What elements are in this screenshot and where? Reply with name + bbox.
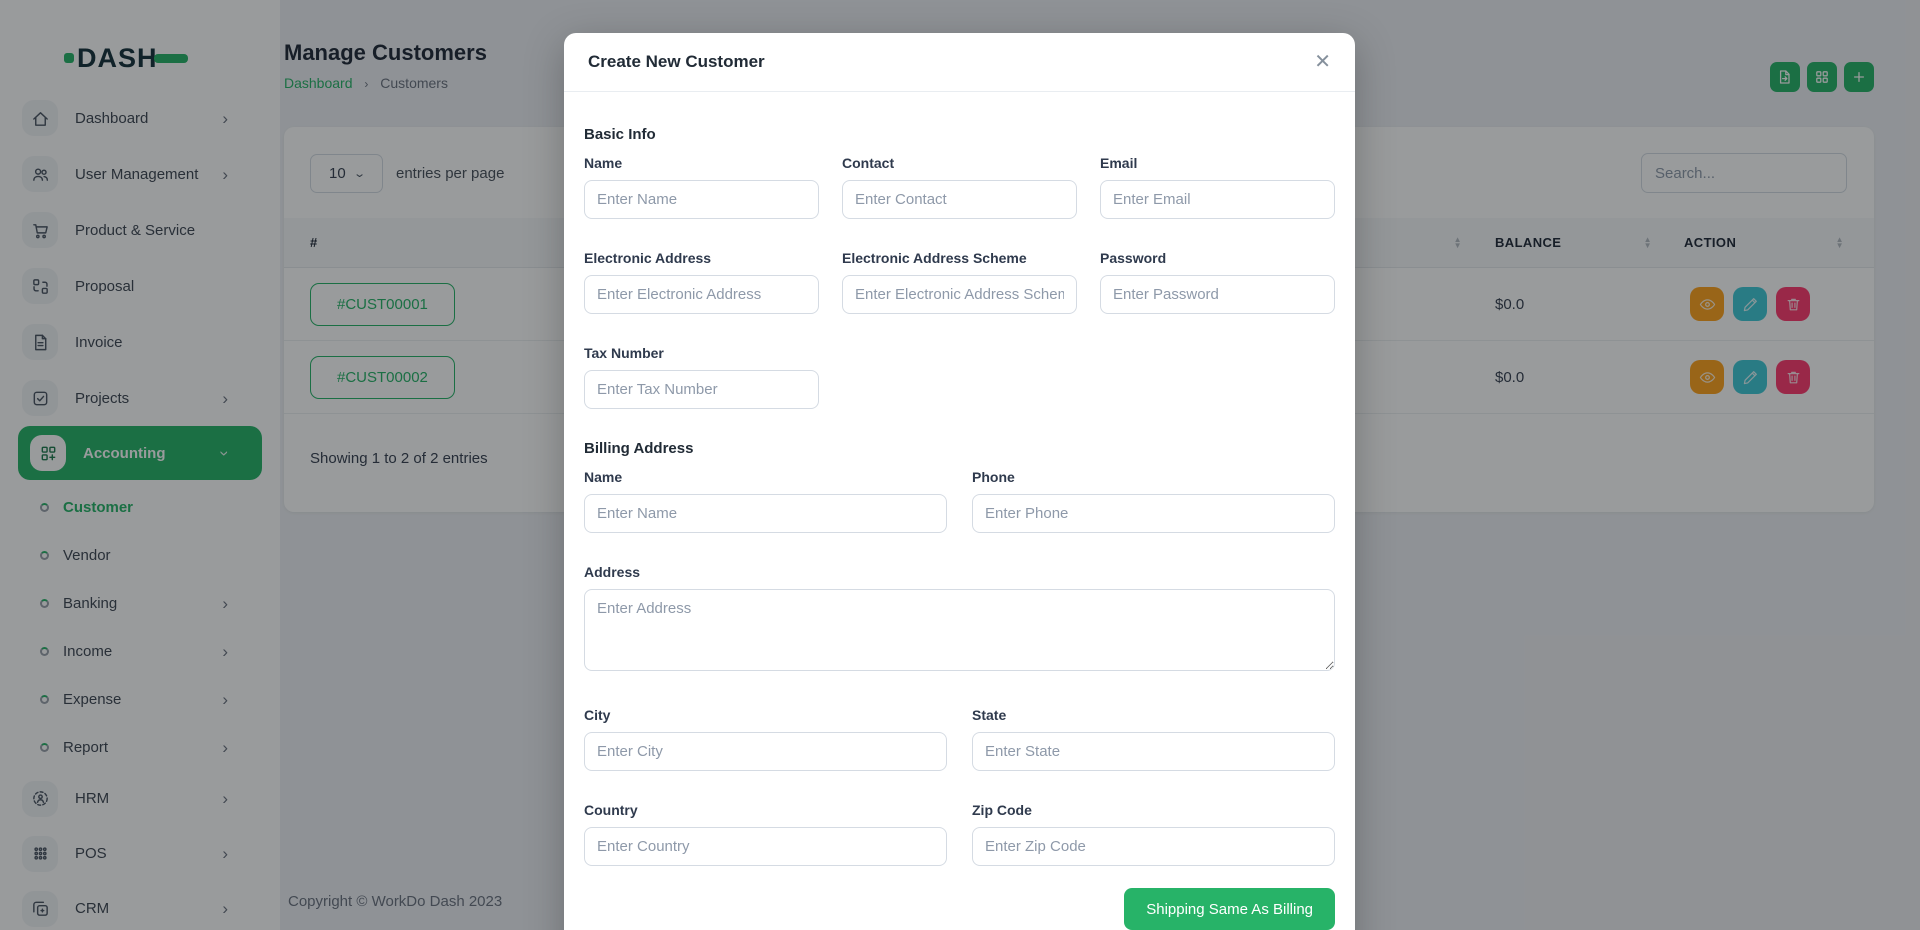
field-billing-state: State (972, 707, 1335, 771)
field-label: Electronic Address (584, 250, 819, 266)
field-label: Phone (972, 469, 1335, 485)
field-electronic-address: Electronic Address (584, 250, 819, 314)
field-billing-name: Name (584, 469, 947, 533)
field-label: City (584, 707, 947, 723)
billing-zip-input[interactable] (972, 827, 1335, 866)
field-label: Name (584, 469, 947, 485)
modal-header: Create New Customer ✕ (564, 33, 1355, 92)
electronic-address-input[interactable] (584, 275, 819, 314)
password-input[interactable] (1100, 275, 1335, 314)
modal-title: Create New Customer (588, 52, 765, 72)
name-input[interactable] (584, 180, 819, 219)
billing-city-input[interactable] (584, 732, 947, 771)
field-label: Address (584, 564, 1335, 580)
billing-state-input[interactable] (972, 732, 1335, 771)
contact-input[interactable] (842, 180, 1077, 219)
billing-address-textarea[interactable] (584, 589, 1335, 671)
field-label: Contact (842, 155, 1077, 171)
shipping-same-as-billing-button[interactable]: Shipping Same As Billing (1124, 888, 1335, 930)
modal-close-button[interactable]: ✕ (1314, 52, 1331, 72)
field-billing-phone: Phone (972, 469, 1335, 533)
field-label: State (972, 707, 1335, 723)
field-billing-country: Country (584, 802, 947, 866)
billing-phone-input[interactable] (972, 494, 1335, 533)
billing-name-input[interactable] (584, 494, 947, 533)
section-heading-billing-address: Billing Address (584, 440, 1335, 457)
field-name: Name (584, 155, 819, 219)
field-billing-address: Address (584, 564, 1335, 676)
field-password: Password (1100, 250, 1335, 314)
close-icon: ✕ (1314, 51, 1331, 73)
field-label: Name (584, 155, 819, 171)
tax-number-input[interactable] (584, 370, 819, 409)
field-label: Country (584, 802, 947, 818)
section-heading-basic-info: Basic Info (584, 126, 1335, 143)
app-root: DASH Dashboard › User Management › Produ… (0, 0, 1920, 930)
modal-body: Basic Info Name Contact Email Electronic… (564, 92, 1355, 930)
field-billing-city: City (584, 707, 947, 771)
field-contact: Contact (842, 155, 1077, 219)
create-customer-modal: Create New Customer ✕ Basic Info Name Co… (564, 33, 1355, 930)
field-tax-number: Tax Number (584, 345, 819, 409)
field-label: Tax Number (584, 345, 819, 361)
field-label: Email (1100, 155, 1335, 171)
electronic-address-scheme-input[interactable] (842, 275, 1077, 314)
billing-country-input[interactable] (584, 827, 947, 866)
field-email: Email (1100, 155, 1335, 219)
field-label: Zip Code (972, 802, 1335, 818)
field-electronic-address-scheme: Electronic Address Scheme (842, 250, 1077, 314)
email-input[interactable] (1100, 180, 1335, 219)
field-billing-zip: Zip Code (972, 802, 1335, 866)
field-label: Password (1100, 250, 1335, 266)
field-label: Electronic Address Scheme (842, 250, 1077, 266)
